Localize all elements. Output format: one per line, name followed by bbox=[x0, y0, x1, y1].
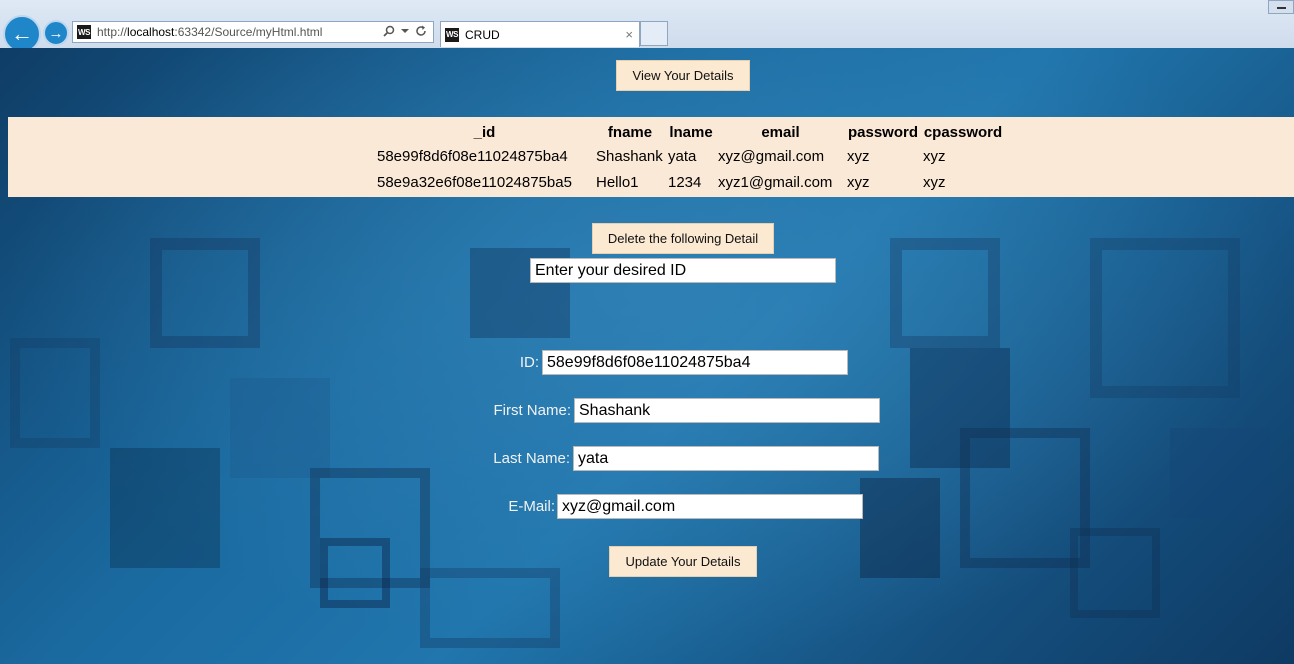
page-content: View Your Details _id fname lname email … bbox=[0, 48, 1294, 664]
cell-lname: 1234 bbox=[668, 173, 702, 191]
address-bar[interactable]: WS http://localhost:63342/Source/myHtml.… bbox=[72, 21, 434, 43]
cell-password: xyz bbox=[847, 173, 870, 191]
cell-cpassword: xyz bbox=[923, 147, 946, 165]
cell-password: xyz bbox=[847, 147, 870, 165]
first-name-field[interactable]: Shashank bbox=[574, 398, 880, 423]
table-header-row: _id fname lname email password cpassword bbox=[375, 121, 1005, 143]
column-header-password: password bbox=[847, 123, 919, 141]
cell-email: xyz@gmail.com bbox=[718, 147, 825, 165]
background-square bbox=[860, 478, 940, 578]
column-header-fname: fname bbox=[607, 123, 653, 141]
forward-button[interactable]: → bbox=[43, 20, 69, 46]
cell-cpassword: xyz bbox=[923, 173, 946, 191]
background-square bbox=[420, 568, 560, 648]
minimize-window-button[interactable] bbox=[1268, 0, 1294, 14]
close-icon[interactable]: × bbox=[625, 27, 639, 42]
view-details-button[interactable]: View Your Details bbox=[616, 60, 750, 91]
delete-detail-button[interactable]: Delete the following Detail bbox=[592, 223, 774, 254]
column-header-id: _id bbox=[473, 123, 496, 141]
table-row: 58e99f8d6f08e11024875ba4 Shashank yata x… bbox=[375, 143, 1005, 169]
first-name-label: First Name: bbox=[493, 402, 571, 419]
url-rest: :63342/Source/myHtml.html bbox=[174, 25, 323, 39]
details-table: _id fname lname email password cpassword… bbox=[375, 121, 1005, 195]
email-field[interactable]: xyz@gmail.com bbox=[557, 494, 863, 519]
column-header-lname: lname bbox=[669, 123, 713, 141]
id-field[interactable]: 58e99f8d6f08e11024875ba4 bbox=[542, 350, 848, 375]
background-square bbox=[1090, 238, 1240, 398]
background-square bbox=[1070, 528, 1160, 618]
cell-email: xyz1@gmail.com bbox=[718, 173, 833, 191]
email-label: E-Mail: bbox=[508, 498, 555, 515]
url-host: localhost bbox=[127, 25, 175, 39]
background-square bbox=[320, 538, 390, 608]
column-header-email: email bbox=[761, 123, 800, 141]
table-row: 58e9a32e6f08e11024875ba5 Hello1 1234 xyz… bbox=[375, 169, 1005, 195]
chevron-down-icon[interactable] bbox=[401, 25, 409, 40]
back-arrow-icon: ← bbox=[11, 21, 33, 46]
column-header-cpassword: cpassword bbox=[923, 123, 1003, 141]
cell-id: 58e9a32e6f08e11024875ba5 bbox=[377, 173, 572, 191]
tab-crud[interactable]: WS CRUD × bbox=[440, 21, 640, 47]
url-text[interactable]: http://localhost:63342/Source/myHtml.htm… bbox=[97, 25, 383, 39]
refresh-icon[interactable] bbox=[415, 25, 427, 40]
tab-title: CRUD bbox=[465, 27, 500, 42]
search-icon[interactable] bbox=[383, 25, 395, 40]
last-name-field[interactable]: yata bbox=[573, 446, 879, 471]
forward-arrow-icon: → bbox=[48, 24, 64, 42]
background-square bbox=[1170, 428, 1270, 518]
details-table-band: _id fname lname email password cpassword… bbox=[8, 117, 1294, 197]
cell-fname: Hello1 bbox=[596, 173, 639, 191]
last-name-label: Last Name: bbox=[493, 450, 570, 467]
id-label: ID: bbox=[519, 354, 539, 371]
cell-id: 58e99f8d6f08e11024875ba4 bbox=[377, 147, 568, 165]
background-square bbox=[230, 378, 330, 478]
new-tab-button[interactable] bbox=[640, 21, 668, 46]
url-prefix: http:// bbox=[97, 25, 128, 39]
browser-chrome: ← → WS http://localhost:63342/Source/myH… bbox=[0, 0, 1294, 53]
favicon-icon: WS bbox=[445, 27, 459, 42]
background-square bbox=[110, 448, 220, 568]
update-details-button[interactable]: Update Your Details bbox=[609, 546, 757, 577]
background-square bbox=[890, 238, 1000, 348]
cell-fname: Shashank bbox=[596, 147, 663, 165]
background-square bbox=[150, 238, 260, 348]
favicon-icon: WS bbox=[77, 25, 91, 39]
cell-lname: yata bbox=[668, 147, 697, 165]
background-square bbox=[10, 338, 100, 448]
delete-id-input[interactable]: Enter your desired ID bbox=[530, 258, 836, 283]
